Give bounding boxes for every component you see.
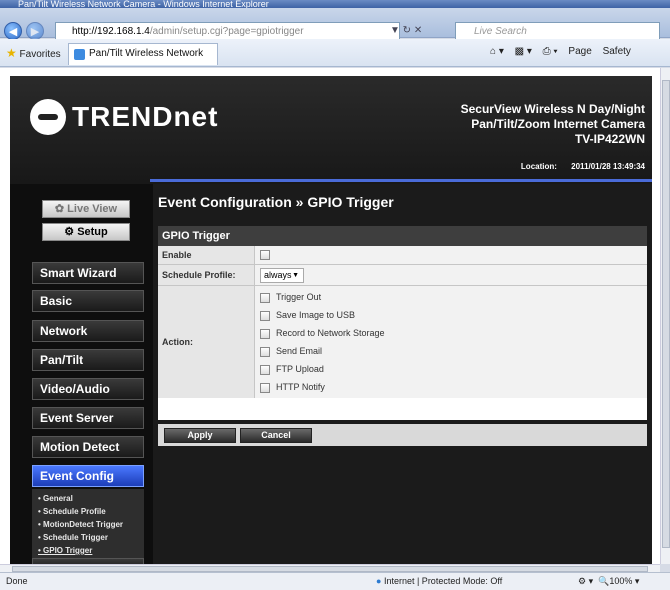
send-email-checkbox[interactable] xyxy=(260,346,270,357)
browser-tab[interactable]: Pan/Tilt Wireless Network Camera xyxy=(68,43,218,79)
live-view-icon: ✿ xyxy=(54,203,65,215)
menu-basic[interactable]: Basic xyxy=(32,290,144,312)
trigger-out-label: Trigger Out xyxy=(276,292,322,302)
http-notify-checkbox[interactable] xyxy=(260,382,270,393)
product-line2: Pan/Tilt/Zoom Internet Camera xyxy=(471,117,645,131)
dropdown-arrow-icon: ▼ xyxy=(292,272,299,279)
apply-button[interactable]: Apply xyxy=(164,428,236,443)
feeds-icon[interactable]: ▩ ▾ xyxy=(515,46,532,57)
logo-mark-icon xyxy=(30,99,66,135)
setup-label: Setup xyxy=(77,226,108,238)
vertical-scrollbar[interactable] xyxy=(660,68,670,564)
main-content: Event Configuration » GPIO Trigger GPIO … xyxy=(153,184,652,564)
action-save-usb[interactable]: Save Image to USB xyxy=(260,309,355,321)
submenu-general[interactable]: • General xyxy=(38,492,144,505)
print-icon[interactable]: ⎙ ▾ xyxy=(543,46,558,57)
save-usb-label: Save Image to USB xyxy=(276,310,356,320)
menu-network[interactable]: Network xyxy=(32,320,144,342)
globe-icon: ● xyxy=(376,576,382,586)
web-viewport: TRENDnet SecurView Wireless N Day/Night … xyxy=(0,68,660,564)
status-bar: Done ● Internet | Protected Mode: Off ⚙ … xyxy=(0,572,670,590)
gear-icon: ⚙ xyxy=(64,226,75,238)
favorites-button[interactable]: ★ Favorites xyxy=(6,46,61,60)
zoom-level: 100% xyxy=(609,576,633,586)
submenu-schedule-trigger[interactable]: • Schedule Trigger xyxy=(38,531,144,544)
security-zone: ● Internet | Protected Mode: Off xyxy=(376,573,502,590)
record-nas-checkbox[interactable] xyxy=(260,328,270,339)
location-label: Location: xyxy=(520,162,557,171)
action-row: Action: Trigger Out Save Image to USB Re… xyxy=(158,286,647,398)
back-icon[interactable]: ◀ xyxy=(4,22,22,40)
send-email-label: Send Email xyxy=(276,346,323,356)
ie-page-icon xyxy=(74,49,85,60)
product-line1: SecurView Wireless N Day/Night xyxy=(460,102,645,116)
action-send-email[interactable]: Send Email xyxy=(260,345,322,357)
panel-title: GPIO Trigger xyxy=(158,226,647,246)
cancel-button[interactable]: Cancel xyxy=(240,428,312,443)
favorites-label: Favorites xyxy=(19,49,61,60)
camera-admin-page: TRENDnet SecurView Wireless N Day/Night … xyxy=(10,76,652,564)
horizontal-scrollbar[interactable] xyxy=(0,564,660,572)
sidebar: ✿ Live View ⚙ Setup Smart Wizard Basic N… xyxy=(32,184,144,564)
page-title: Event Configuration » GPIO Trigger xyxy=(158,194,394,210)
live-view-button[interactable]: ✿ Live View xyxy=(42,200,130,218)
ftp-upload-checkbox[interactable] xyxy=(260,364,270,375)
live-view-label: Live View xyxy=(67,203,118,215)
favorites-bar: ★ Favorites Pan/Tilt Wireless Network Ca… xyxy=(0,39,670,79)
page-header: TRENDnet SecurView Wireless N Day/Night … xyxy=(10,76,652,184)
schedule-profile-select[interactable]: always ▼ xyxy=(260,268,304,283)
submenu-gpio-trigger[interactable]: • GPIO Trigger xyxy=(38,544,144,557)
record-nas-label: Record to Network Storage xyxy=(276,328,385,338)
ftp-upload-label: FTP Upload xyxy=(276,364,324,374)
schedule-row: Schedule Profile: always ▼ xyxy=(158,265,647,286)
menu-smart-wizard[interactable]: Smart Wizard xyxy=(32,262,144,284)
gpio-trigger-panel: GPIO Trigger Enable Schedule Profile: al… xyxy=(158,226,647,420)
zone-text: Internet | Protected Mode: Off xyxy=(383,576,503,586)
save-usb-checkbox[interactable] xyxy=(260,310,270,321)
enable-row: Enable xyxy=(158,246,647,265)
vertical-scroll-thumb[interactable] xyxy=(662,80,670,548)
refresh-stop-icons[interactable]: ▼ ↻ ✕ xyxy=(390,22,422,40)
submenu-schedule-profile[interactable]: • Schedule Profile xyxy=(38,505,144,518)
status-text: Done xyxy=(6,576,28,586)
page-menu[interactable]: Page xyxy=(568,46,591,57)
star-icon: ★ xyxy=(6,46,17,60)
trigger-out-checkbox[interactable] xyxy=(260,292,270,303)
forward-icon[interactable]: ▶ xyxy=(26,22,44,40)
action-record-nas[interactable]: Record to Network Storage xyxy=(260,327,385,339)
header-divider xyxy=(150,179,652,182)
action-label: Action: xyxy=(158,286,255,398)
schedule-profile-value: always xyxy=(264,270,292,280)
logo-text: TRENDnet xyxy=(72,101,219,132)
menu-event-config[interactable]: Event Config xyxy=(32,465,144,487)
url-path: /admin/setup.cgi?page=gpiotrigger xyxy=(149,26,304,37)
navigation-bar: ◀ ▶ http://192.168.1.4/admin/setup.cgi?p… xyxy=(0,8,670,42)
action-ftp-upload[interactable]: FTP Upload xyxy=(260,363,324,375)
button-bar: Apply Cancel xyxy=(158,424,647,446)
window-title: Pan/Tilt Wireless Network Camera - Windo… xyxy=(0,0,670,8)
action-trigger-out[interactable]: Trigger Out xyxy=(260,291,321,303)
model-number: TV-IP422WN xyxy=(574,132,645,146)
schedule-profile-label: Schedule Profile: xyxy=(158,265,255,285)
home-icon[interactable]: ⌂ ▾ xyxy=(490,46,504,57)
http-notify-label: HTTP Notify xyxy=(276,382,325,392)
menu-video-audio[interactable]: Video/Audio xyxy=(32,378,144,400)
enable-checkbox[interactable] xyxy=(260,250,270,261)
menu-pan-tilt[interactable]: Pan/Tilt xyxy=(32,349,144,371)
menu-event-server[interactable]: Event Server xyxy=(32,407,144,429)
setup-button[interactable]: ⚙ Setup xyxy=(42,223,130,241)
url-host: http://192.168.1.4 xyxy=(72,26,150,37)
enable-label: Enable xyxy=(158,246,255,264)
datetime: 2011/01/28 13:49:34 xyxy=(571,162,645,171)
command-bar: ⌂ ▾ ▩ ▾ ⎙ ▾ Page Safety xyxy=(490,46,639,57)
submenu-motiondetect-trigger[interactable]: • MotionDetect Trigger xyxy=(38,518,144,531)
zoom-control[interactable]: ⚙ ▾ 🔍100% ▾ xyxy=(578,573,639,590)
location-datetime: Location: 2011/01/28 13:49:34 xyxy=(521,162,645,171)
product-info: SecurView Wireless N Day/Night Pan/Tilt/… xyxy=(461,102,645,147)
magnifier-icon: 🔍 xyxy=(598,576,610,586)
action-http-notify[interactable]: HTTP Notify xyxy=(260,381,325,393)
safety-menu[interactable]: Safety xyxy=(603,46,631,57)
menu-motion-detect[interactable]: Motion Detect xyxy=(32,436,144,458)
event-config-submenu: • General • Schedule Profile • MotionDet… xyxy=(32,489,144,560)
